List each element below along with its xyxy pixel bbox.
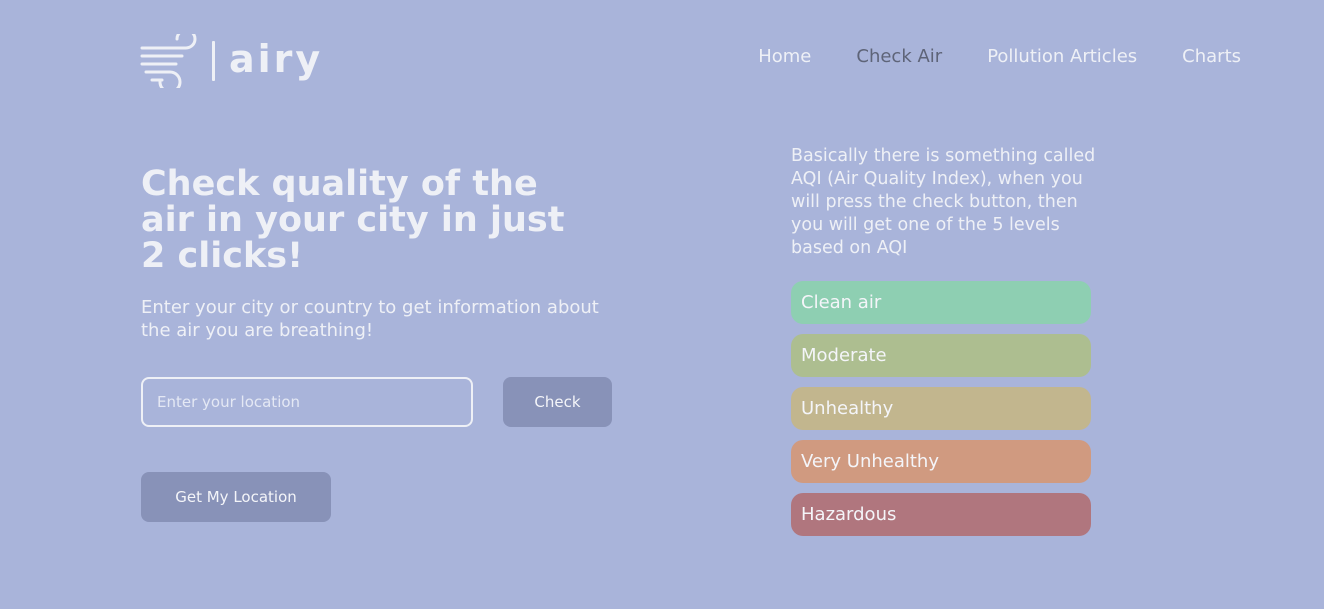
- check-button[interactable]: Check: [503, 377, 612, 427]
- page-title: Check quality of the air in your city in…: [141, 164, 565, 276]
- nav-item-pollution-articles[interactable]: Pollution Articles: [987, 46, 1137, 67]
- main-nav: Home Check Air Pollution Articles Charts: [758, 46, 1241, 67]
- aqi-level-unhealthy: Unhealthy: [791, 387, 1091, 430]
- nav-item-home[interactable]: Home: [758, 46, 811, 67]
- brand-logo[interactable]: airy: [140, 34, 323, 88]
- nav-item-charts[interactable]: Charts: [1182, 46, 1241, 67]
- wind-icon: [140, 34, 197, 88]
- aqi-level-very-unhealthy: Very Unhealthy: [791, 440, 1091, 483]
- aqi-levels-list: Clean air Moderate Unhealthy Very Unheal…: [791, 281, 1091, 546]
- get-my-location-button[interactable]: Get My Location: [141, 472, 331, 522]
- page-subtitle: Enter your city or country to get inform…: [141, 297, 599, 341]
- aqi-level-label: Clean air: [801, 292, 882, 313]
- aqi-level-label: Hazardous: [801, 504, 897, 525]
- aqi-info-text: Basically there is something called AQI …: [791, 146, 1096, 258]
- nav-item-check-air[interactable]: Check Air: [856, 46, 942, 67]
- aqi-level-label: Unhealthy: [801, 398, 894, 419]
- brand-name: airy: [229, 37, 324, 81]
- aqi-level-label: Moderate: [801, 345, 887, 366]
- aqi-level-hazardous: Hazardous: [791, 493, 1091, 536]
- logo-divider: [212, 41, 215, 81]
- aqi-level-moderate: Moderate: [791, 334, 1091, 377]
- aqi-level-clean-air: Clean air: [791, 281, 1091, 324]
- aqi-level-label: Very Unhealthy: [801, 451, 939, 472]
- location-input[interactable]: [141, 377, 473, 427]
